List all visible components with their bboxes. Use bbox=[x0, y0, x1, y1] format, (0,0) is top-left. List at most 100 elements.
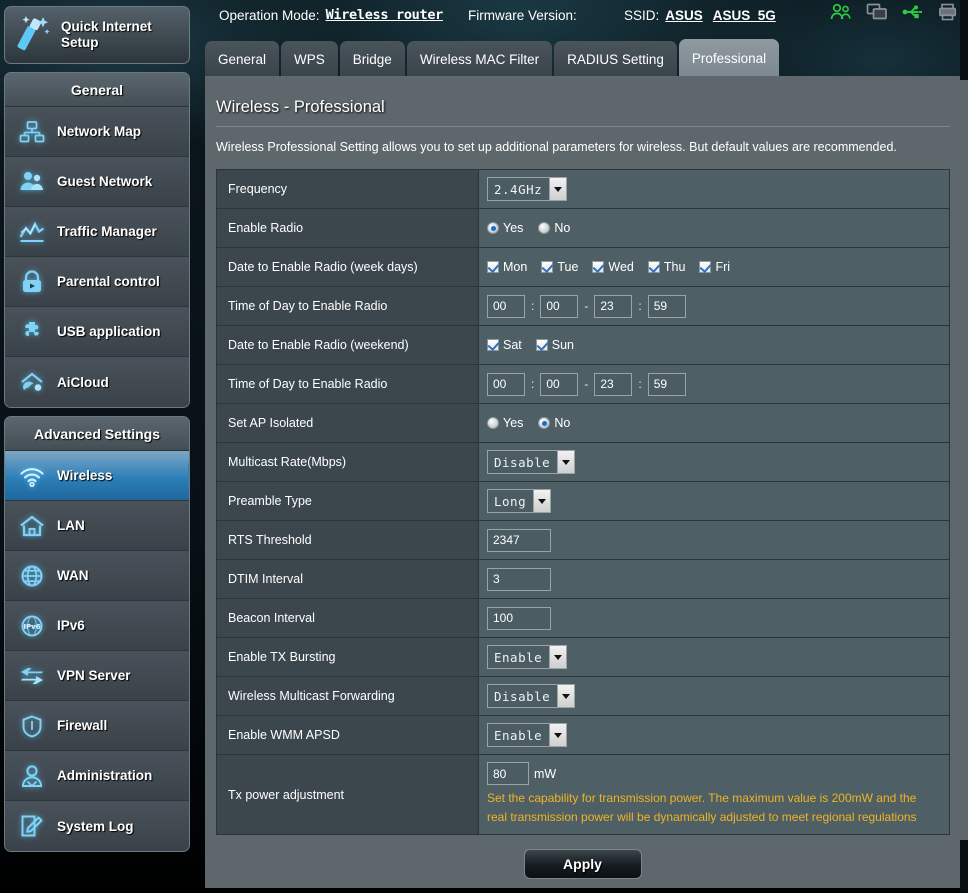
multicast-rate-select[interactable]: Disable bbox=[487, 450, 576, 475]
sidebar-item-network-map[interactable]: Network Map bbox=[5, 107, 189, 157]
table-row: Set AP Isolated Yes No bbox=[217, 404, 949, 444]
sidebar-item-ipv6[interactable]: IPv6 IPv6 bbox=[5, 601, 189, 651]
enable-radio-no[interactable]: No bbox=[538, 221, 570, 235]
preamble-type-value-cell: Long bbox=[479, 482, 949, 521]
preamble-type-select-value: Long bbox=[494, 493, 527, 509]
sidebar-item-administration[interactable]: Administration bbox=[5, 751, 189, 801]
ssid-value-5g[interactable]: ASUS_5G bbox=[713, 8, 776, 23]
tab-bridge[interactable]: Bridge bbox=[339, 41, 405, 78]
sidebar-item-firewall[interactable]: Firewall bbox=[5, 701, 189, 751]
tab-wps[interactable]: WPS bbox=[281, 41, 338, 78]
checkbox-sun[interactable]: Sun bbox=[535, 338, 574, 352]
weekend-end-minute-input[interactable]: 59 bbox=[647, 372, 686, 396]
enable-radio-value-cell: Yes No bbox=[479, 209, 949, 248]
table-row: Wireless Multicast Forwarding Disable bbox=[217, 677, 949, 717]
table-row: Date to Enable Radio (weekend) Sat Sun bbox=[217, 326, 949, 366]
beacon-interval-input[interactable]: 100 bbox=[487, 606, 551, 630]
weekday-start-minute-input[interactable]: 00 bbox=[540, 294, 579, 318]
wan-icon bbox=[17, 561, 47, 591]
tx-bursting-select[interactable]: Enable bbox=[487, 645, 568, 670]
table-row: Enable TX Bursting Enable bbox=[217, 638, 949, 678]
ap-isolated-no[interactable]: No bbox=[538, 416, 570, 430]
system-log-icon bbox=[17, 811, 47, 841]
sidebar-item-label: System Log bbox=[57, 818, 134, 834]
checkbox-fri[interactable]: Fri bbox=[699, 260, 730, 274]
checkbox-icon bbox=[699, 261, 712, 274]
weekend-start-hour-input[interactable]: 00 bbox=[487, 372, 525, 396]
multicast-forwarding-label: Wireless Multicast Forwarding bbox=[217, 677, 479, 716]
preamble-type-select[interactable]: Long bbox=[487, 489, 551, 514]
table-row: DTIM Interval 3 bbox=[217, 560, 949, 600]
tab-general[interactable]: General bbox=[205, 41, 280, 78]
sidebar-item-usb-application[interactable]: USB application bbox=[5, 307, 189, 357]
table-row: Date to Enable Radio (week days) Mon Tue… bbox=[217, 248, 949, 288]
enable-radio-yes[interactable]: Yes bbox=[487, 221, 523, 235]
tx-bursting-label: Enable TX Bursting bbox=[217, 638, 479, 677]
checkbox-tue[interactable]: Tue bbox=[541, 260, 578, 274]
weekend-start-minute-input[interactable]: 00 bbox=[540, 372, 579, 396]
tx-power-label: Tx power adjustment bbox=[217, 755, 479, 835]
radio-icon bbox=[487, 417, 499, 430]
wireless-tabs: General WPS Bridge Wireless MAC Filter R… bbox=[205, 39, 780, 78]
clients-icon[interactable] bbox=[830, 3, 852, 21]
frequency-label: Frequency bbox=[217, 170, 479, 209]
preamble-type-label: Preamble Type bbox=[217, 482, 479, 521]
sidebar-item-system-log[interactable]: System Log bbox=[5, 801, 189, 851]
sidebar-item-lan[interactable]: LAN bbox=[5, 501, 189, 551]
checkbox-icon bbox=[592, 261, 605, 274]
sidebar-item-traffic-manager[interactable]: Traffic Manager bbox=[5, 207, 189, 257]
operation-mode-value[interactable]: Wireless router bbox=[326, 7, 444, 23]
weekday-start-hour-input[interactable]: 00 bbox=[487, 294, 525, 318]
tx-power-input[interactable]: 80 bbox=[487, 762, 529, 786]
page-scrollbar-thumb[interactable] bbox=[960, 80, 968, 840]
sidebar-item-parental-control[interactable]: Parental control bbox=[5, 257, 189, 307]
usb-icon[interactable] bbox=[902, 3, 924, 21]
ssid-value-24g[interactable]: ASUS bbox=[665, 8, 703, 23]
quick-internet-setup-button[interactable]: Quick Internet Setup bbox=[4, 6, 190, 64]
ssid-group: SSID: ASUS ASUS_5G bbox=[624, 8, 776, 23]
sidebar-item-label: VPN Server bbox=[57, 668, 131, 683]
checkbox-thu[interactable]: Thu bbox=[647, 260, 686, 275]
weekdays-value-cell: Mon Tue Wed Thu Fri bbox=[479, 248, 949, 287]
frequency-select[interactable]: 2.4GHz bbox=[487, 177, 568, 202]
dtim-interval-input[interactable]: 3 bbox=[487, 567, 551, 591]
weekday-end-minute-input[interactable]: 59 bbox=[647, 294, 686, 318]
sidebar-item-vpn-server[interactable]: VPN Server bbox=[5, 651, 189, 701]
ap-isolated-label: Set AP Isolated bbox=[217, 404, 479, 443]
ap-isolated-yes[interactable]: Yes bbox=[487, 416, 523, 430]
page-scrollbar-track[interactable] bbox=[960, 0, 968, 893]
rts-threshold-input[interactable]: 2347 bbox=[487, 528, 551, 552]
weekday-time-label: Time of Day to Enable Radio bbox=[217, 287, 479, 326]
tx-bursting-select-value: Enable bbox=[494, 649, 543, 665]
aicloud-icon bbox=[17, 367, 47, 397]
network-devices-icon[interactable] bbox=[866, 3, 888, 21]
multicast-forwarding-select[interactable]: Disable bbox=[487, 684, 576, 709]
sidebar-item-wireless[interactable]: Wireless bbox=[5, 451, 189, 501]
weekend-end-hour-input[interactable]: 23 bbox=[594, 372, 633, 396]
sidebar-item-label: Wireless bbox=[57, 468, 113, 483]
weekdays-label: Date to Enable Radio (week days) bbox=[217, 248, 479, 287]
wmm-apsd-select[interactable]: Enable bbox=[487, 723, 568, 748]
printer-icon[interactable] bbox=[938, 3, 958, 21]
sidebar-item-aicloud[interactable]: AiCloud bbox=[5, 357, 189, 407]
usb-application-icon bbox=[17, 317, 47, 347]
checkbox-mon[interactable]: Mon bbox=[487, 260, 527, 274]
sidebar-item-guest-network[interactable]: Guest Network bbox=[5, 157, 189, 207]
checkbox-sat[interactable]: Sat bbox=[487, 338, 522, 352]
vpn-server-icon bbox=[17, 661, 47, 691]
tab-wireless-mac-filter[interactable]: Wireless MAC Filter bbox=[406, 41, 553, 78]
page-title: Wireless - Professional bbox=[216, 98, 385, 116]
lan-icon bbox=[17, 511, 47, 541]
enable-radio-yes-label: Yes bbox=[503, 221, 524, 236]
checkbox-label: Thu bbox=[663, 260, 686, 275]
checkbox-wed[interactable]: Wed bbox=[592, 260, 634, 274]
sidebar-item-label: LAN bbox=[57, 518, 85, 533]
general-menu-header: General bbox=[5, 73, 189, 107]
tx-power-hint: Set the capability for transmission powe… bbox=[487, 791, 917, 824]
weekday-end-hour-input[interactable]: 23 bbox=[594, 294, 633, 318]
tab-radius-setting[interactable]: RADIUS Setting bbox=[554, 41, 677, 78]
sidebar-item-wan[interactable]: WAN bbox=[5, 551, 189, 601]
table-row: RTS Threshold 2347 bbox=[217, 521, 949, 561]
apply-button[interactable]: Apply bbox=[523, 849, 642, 880]
tab-professional[interactable]: Professional bbox=[678, 39, 780, 78]
